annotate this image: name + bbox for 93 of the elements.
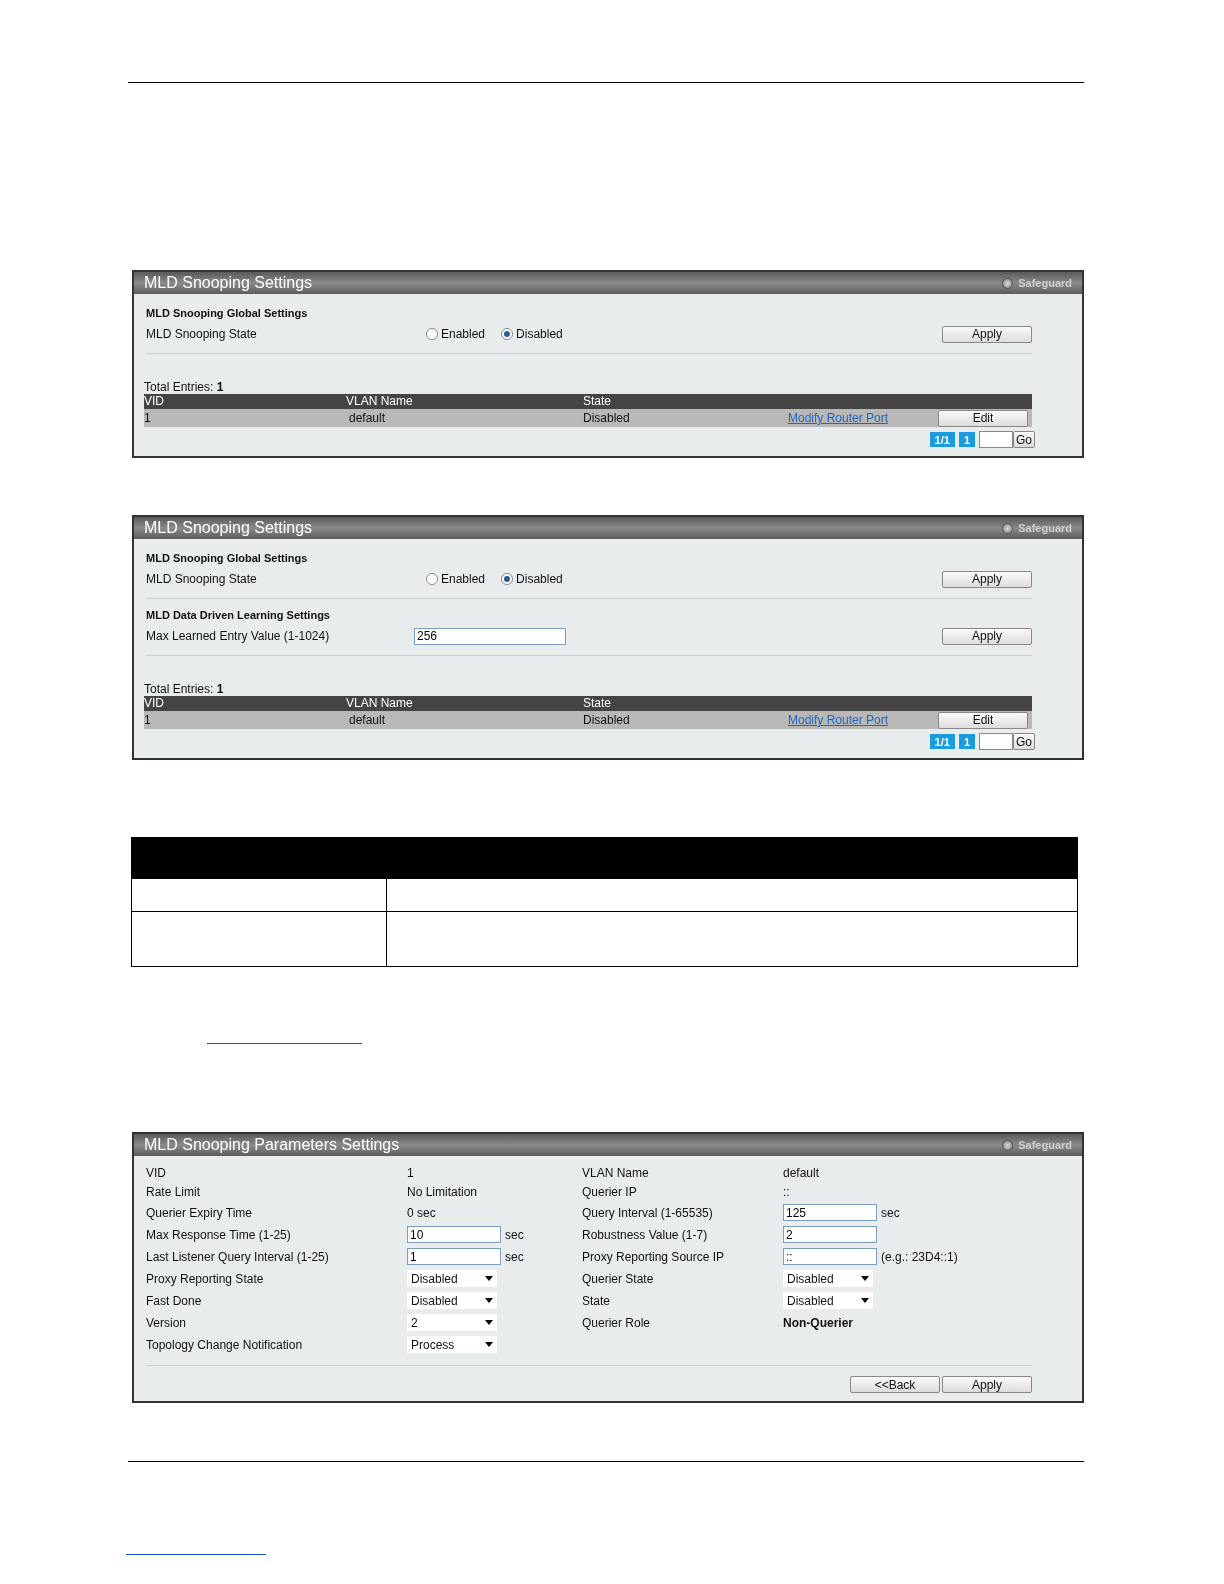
field-label: Robustness Value (1-7)	[582, 1227, 709, 1242]
radio-button[interactable]	[426, 573, 438, 585]
status-light-icon	[1002, 277, 1014, 289]
dropdown[interactable]: 2	[407, 1314, 497, 1331]
table-cell: Disabled	[583, 409, 788, 427]
column-header: State	[583, 696, 788, 711]
field-label: Querier State	[582, 1271, 655, 1286]
caret-icon	[485, 1298, 493, 1303]
field-label: Querier IP	[582, 1185, 638, 1199]
caret-icon	[485, 1276, 493, 1281]
column-header: VLAN Name	[346, 394, 583, 409]
input-field[interactable]: 256	[414, 627, 566, 645]
table-cell: default	[346, 711, 583, 729]
apply-button[interactable]: Apply	[942, 1376, 1032, 1393]
input-field[interactable]: 2	[783, 1226, 877, 1243]
field-label: Max Response Time (1-25)	[146, 1227, 292, 1242]
column-header: State	[583, 394, 788, 409]
safeguard-label: Safeguard	[1018, 1139, 1072, 1151]
caret-icon	[485, 1342, 493, 1347]
field-label: Query Interval (1-65535)	[582, 1205, 714, 1220]
dropdown[interactable]: Disabled	[407, 1270, 497, 1287]
edit-button[interactable]: Edit	[938, 409, 1028, 427]
total-entries: Total Entries: 1	[144, 682, 225, 696]
field-label: Rate Limit	[146, 1185, 202, 1199]
back-button[interactable]: <<Back	[850, 1376, 940, 1393]
input-field[interactable]: ::	[783, 1248, 877, 1265]
radio-label: Enabled	[441, 572, 486, 586]
table-cell: Disabled	[583, 711, 788, 729]
field-label: MLD Snooping State	[146, 572, 258, 586]
field-label: Version	[146, 1315, 188, 1330]
field-label: Last Listener Query Interval (1-25)	[146, 1249, 330, 1264]
field-label: VLAN Name	[582, 1166, 650, 1180]
input-field[interactable]: 1	[407, 1248, 501, 1265]
safeguard-label: Safeguard	[1018, 522, 1072, 534]
column-header: VLAN Name	[346, 696, 583, 711]
field-value: default	[783, 1166, 820, 1180]
apply-button[interactable]: Apply	[942, 627, 1032, 645]
column-header: VID	[144, 696, 346, 711]
apply-button[interactable]: Apply	[942, 570, 1032, 588]
field-value: Non-Querier	[783, 1315, 853, 1330]
radio-label: Disabled	[516, 327, 563, 341]
go-button[interactable]: Go	[1013, 431, 1035, 448]
page-input-field[interactable]	[979, 733, 1013, 750]
go-button[interactable]: Go	[1013, 733, 1035, 750]
field-value: 1	[407, 1166, 414, 1180]
column-header: VID	[144, 394, 346, 409]
field-label: Proxy Reporting Source IP	[582, 1249, 726, 1264]
field-value: ::	[783, 1185, 790, 1199]
radio-label: Enabled	[441, 327, 486, 341]
edit-button[interactable]: Edit	[938, 711, 1028, 729]
field-label: Proxy Reporting State	[146, 1271, 265, 1286]
radio-button[interactable]	[426, 328, 438, 340]
panel-title: MLD Snooping Settings	[144, 274, 313, 292]
field-label: Querier Role	[582, 1315, 652, 1330]
field-label: Querier Expiry Time	[146, 1205, 254, 1220]
panel-title: MLD Snooping Parameters Settings	[144, 1136, 400, 1154]
radio-button[interactable]	[501, 328, 514, 340]
panel-title: MLD Snooping Settings	[144, 519, 313, 537]
caret-icon	[485, 1320, 493, 1325]
page-input-field[interactable]	[979, 431, 1013, 448]
apply-button[interactable]: Apply	[942, 325, 1032, 343]
field-label: Topology Change Notification	[146, 1337, 304, 1352]
dropdown[interactable]: Disabled	[407, 1292, 497, 1309]
field-label: MLD Snooping State	[146, 327, 258, 341]
radio-label: Disabled	[516, 572, 563, 586]
field-value: 0 sec	[407, 1205, 436, 1220]
dropdown[interactable]: Process	[407, 1336, 497, 1353]
status-light-icon	[1002, 522, 1014, 534]
table-cell: 1	[144, 711, 346, 729]
safeguard-label: Safeguard	[1018, 277, 1072, 289]
caret-icon	[861, 1298, 869, 1303]
table-cell: 1	[144, 409, 346, 427]
dropdown[interactable]: Disabled	[783, 1292, 873, 1309]
input-field[interactable]: 10	[407, 1226, 501, 1243]
field-label: VID	[146, 1166, 167, 1180]
field-value: No Limitation	[407, 1185, 478, 1199]
unit-label: sec	[505, 1227, 524, 1242]
radio-button[interactable]	[501, 573, 514, 585]
field-label: Fast Done	[146, 1293, 203, 1308]
table-cell: default	[346, 409, 583, 427]
status-light-icon	[1002, 1139, 1014, 1151]
caret-icon	[861, 1276, 869, 1281]
section-heading: MLD Data Driven Learning Settings	[146, 609, 331, 621]
unit-label: (e.g.: 23D4::1)	[881, 1249, 958, 1264]
unit-label: sec	[881, 1205, 900, 1220]
section-heading: MLD Snooping Global Settings	[146, 552, 309, 564]
unit-label: sec	[505, 1249, 524, 1264]
input-field[interactable]: 125	[783, 1204, 877, 1221]
section-heading: MLD Snooping Global Settings	[146, 307, 309, 319]
field-label: State	[582, 1293, 612, 1308]
field-label: Max Learned Entry Value (1-1024)	[146, 629, 331, 643]
total-entries: Total Entries: 1	[144, 380, 225, 394]
dropdown[interactable]: Disabled	[783, 1270, 873, 1287]
